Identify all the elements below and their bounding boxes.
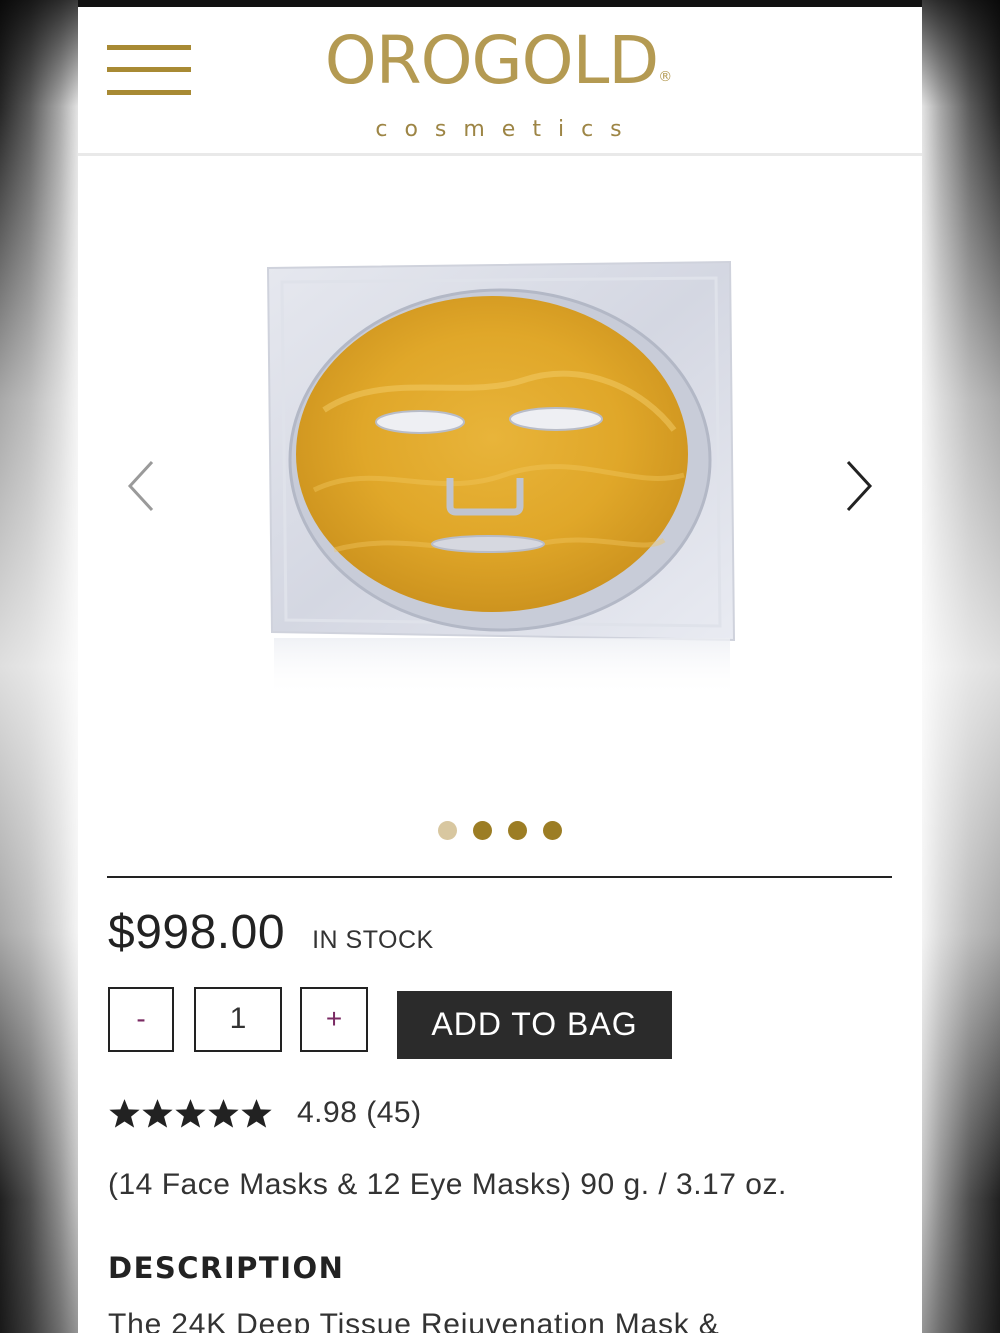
description-text: The 24K Deep Tissue Rejuvenation Mask & [108, 1308, 720, 1333]
left-backdrop [0, 0, 78, 1333]
quantity-increase-button[interactable]: + [300, 987, 368, 1052]
product-rating[interactable]: 4.98 (45) [108, 1092, 422, 1134]
hamburger-menu-icon[interactable] [107, 43, 191, 99]
stock-status: IN STOCK [312, 926, 434, 954]
star-rating [108, 1097, 273, 1130]
price-row: $998.00 IN STOCK [108, 905, 434, 965]
product-page: OROGOLD® cosmetics $998.00 IN STOCK - 1 … [78, 0, 922, 1333]
add-to-bag-button[interactable]: ADD TO BAG [397, 991, 672, 1059]
carousel-dot-3[interactable] [508, 821, 527, 840]
product-size: (14 Face Masks & 12 Eye Masks) 90 g. / 3… [108, 1168, 787, 1201]
star-icon [142, 1098, 173, 1128]
product-image-carousel [78, 156, 922, 876]
star-icon [109, 1098, 140, 1128]
star-icon [175, 1098, 206, 1128]
quantity-input[interactable]: 1 [194, 987, 282, 1052]
description-heading: DESCRIPTION [108, 1251, 345, 1285]
carousel-dot-2[interactable] [473, 821, 492, 840]
carousel-dot-1[interactable] [438, 821, 457, 840]
chevron-left-icon[interactable] [122, 456, 162, 516]
status-bar-edge [78, 0, 922, 7]
rating-score: 4.98 (45) [297, 1096, 422, 1129]
product-price: $998.00 [108, 906, 286, 959]
chevron-right-icon[interactable] [838, 456, 878, 516]
carousel-dot-4[interactable] [543, 821, 562, 840]
section-divider [107, 876, 892, 878]
brand-logo[interactable]: OROGOLD® cosmetics [298, 17, 698, 141]
product-image [264, 260, 736, 710]
logo-wordmark: OROGOLD® [324, 22, 672, 99]
site-header: OROGOLD® cosmetics [78, 7, 922, 156]
star-icon [208, 1098, 239, 1128]
logo-subtitle: cosmetics [375, 117, 639, 142]
right-backdrop [922, 0, 1000, 1333]
star-icon [241, 1098, 272, 1128]
carousel-pagination [78, 821, 922, 843]
quantity-decrease-button[interactable]: - [108, 987, 174, 1052]
